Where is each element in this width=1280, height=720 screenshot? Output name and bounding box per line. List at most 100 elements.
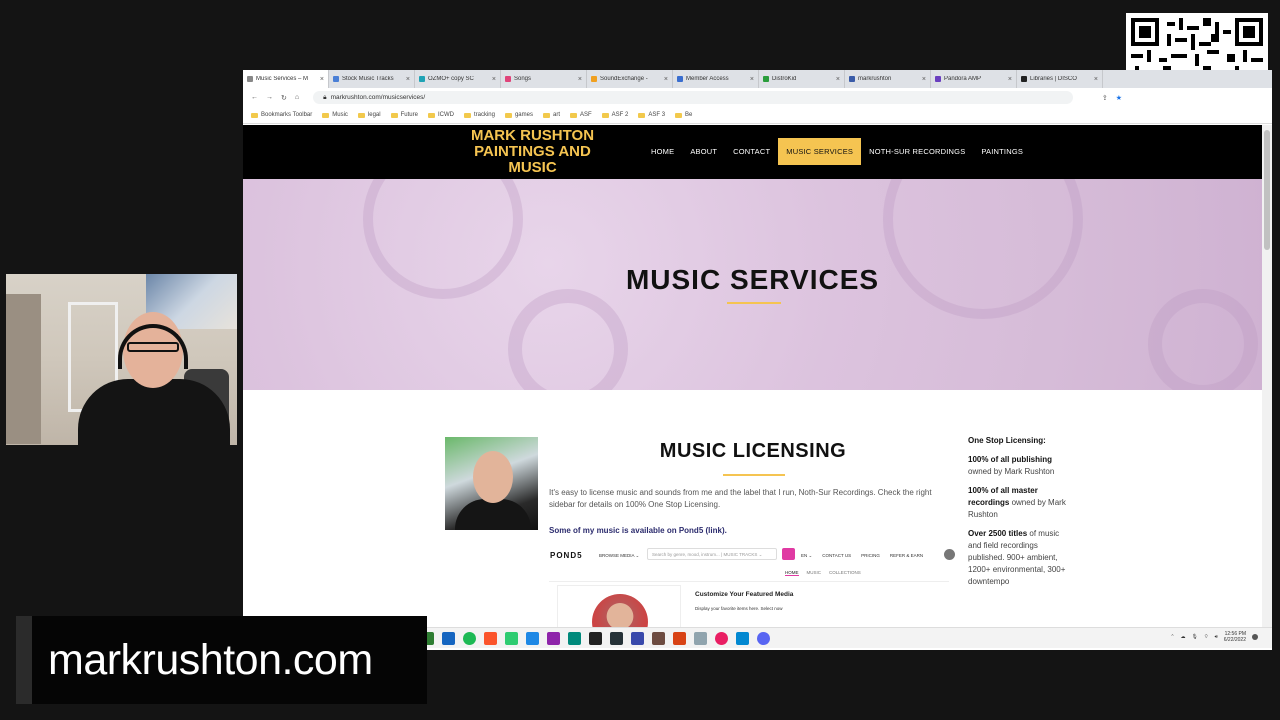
browser-window: Music Services – M × Stock Music Tracks × OZ… <box>243 70 1272 650</box>
bookmark-item[interactable]: games <box>504 112 533 118</box>
folder-icon <box>357 112 365 118</box>
hero-swirl <box>508 289 628 390</box>
bookmark-item[interactable]: Future <box>390 112 418 118</box>
pond5-tab-home: HOME <box>785 570 799 576</box>
app-icon[interactable] <box>505 632 518 645</box>
home-icon[interactable]: ⌂ <box>295 94 299 101</box>
wifi-icon[interactable]: ⌔ <box>1204 634 1209 640</box>
banner-accent-bar <box>16 616 32 704</box>
bookmark-item[interactable]: tracking <box>463 112 495 118</box>
close-icon[interactable]: × <box>922 76 926 83</box>
back-icon[interactable]: ← <box>251 94 258 101</box>
close-icon[interactable]: × <box>836 76 840 83</box>
clock[interactable]: 12:56 PM 6/22/2022 <box>1224 631 1246 643</box>
close-icon[interactable]: × <box>664 76 668 83</box>
forward-icon[interactable]: → <box>266 94 273 101</box>
nav-item[interactable]: NOTH-SUR RECORDINGS <box>861 138 973 165</box>
app-icon[interactable] <box>694 632 707 645</box>
pond5-search-icon <box>782 548 795 560</box>
main-content: MUSIC LICENSING It's easy to license mus… <box>243 390 1262 629</box>
nav-item[interactable]: MUSIC SERVICES <box>778 138 862 165</box>
reload-icon[interactable]: ↻ <box>281 94 287 102</box>
artist-photo <box>445 437 538 530</box>
browser-tab[interactable]: markrushton × <box>845 70 931 88</box>
bookmark-item[interactable]: art <box>542 112 560 118</box>
bookmark-label: Future <box>400 112 418 118</box>
bookmarks-bar: Bookmarks Toolbar Music legal Future ICWD tra… <box>243 107 1272 124</box>
pond5-tab-collections: COLLECTIONS <box>829 570 861 575</box>
browser-tab[interactable]: OZMO+ copy SC × <box>415 70 501 88</box>
app-icon[interactable] <box>589 632 602 645</box>
close-icon[interactable]: × <box>578 76 582 83</box>
browser-tab[interactable]: Stock Music Tracks × <box>329 70 415 88</box>
spotify-icon[interactable] <box>463 632 476 645</box>
cloud-icon[interactable]: ☁ <box>1181 634 1186 640</box>
browser-tab[interactable]: Pandora AMP × <box>931 70 1017 88</box>
bookmark-item[interactable]: Bookmarks Toolbar <box>251 112 312 118</box>
bookmark-item[interactable]: ASF 3 <box>638 112 665 118</box>
folder-icon <box>390 112 398 118</box>
scrollbar-thumb[interactable] <box>1264 130 1270 250</box>
bookmark-label: games <box>514 112 533 118</box>
close-icon[interactable]: × <box>406 76 410 83</box>
browser-tab[interactable]: Member Access × <box>673 70 759 88</box>
discord-icon[interactable] <box>757 632 770 645</box>
webcam-door <box>6 294 41 444</box>
browser-tab[interactable]: Music Services – M × <box>243 70 329 88</box>
close-icon[interactable]: × <box>320 76 324 83</box>
page-scrollbar[interactable] <box>1262 125 1272 629</box>
favicon-icon <box>333 76 339 82</box>
photos-icon[interactable] <box>736 632 749 645</box>
mic-icon[interactable]: 🎙︎ <box>1192 634 1198 640</box>
sidebar-heading: One Stop Licensing: <box>968 436 1046 445</box>
app-icon[interactable] <box>715 632 728 645</box>
app-icon[interactable] <box>631 632 644 645</box>
word-icon[interactable] <box>442 632 455 645</box>
nav-item[interactable]: HOME <box>643 138 682 165</box>
app-icon[interactable] <box>652 632 665 645</box>
close-icon[interactable]: × <box>750 76 754 83</box>
pond5-avatar <box>944 549 955 560</box>
brave-icon[interactable] <box>484 632 497 645</box>
bookmark-item[interactable]: ICWD <box>427 112 454 118</box>
close-icon[interactable]: × <box>492 76 496 83</box>
sidebar-titles: Over 2500 titles <box>968 529 1028 538</box>
tab-label: Music Services – M <box>256 76 309 82</box>
app-icon[interactable] <box>568 632 581 645</box>
hero-swirl <box>1148 289 1258 390</box>
browser-tab[interactable]: SoundExchange - × <box>587 70 673 88</box>
licensing-underline <box>723 474 785 476</box>
close-icon[interactable]: × <box>1008 76 1012 83</box>
hero-swirl <box>883 179 1083 319</box>
favicon-icon <box>247 76 253 82</box>
notification-icon[interactable] <box>1252 634 1258 640</box>
chevron-up-icon[interactable]: ⌃ <box>1170 634 1174 640</box>
sidebar-publishing: 100% of all publishing <box>968 455 1053 464</box>
volume-icon[interactable]: 🔊︎ <box>1215 634 1218 640</box>
bookmark-item[interactable]: Music <box>322 112 348 118</box>
bookmark-item[interactable]: legal <box>357 112 381 118</box>
browser-tab[interactable]: DistroKid × <box>759 70 845 88</box>
tab-label: Pandora AMP <box>944 76 982 82</box>
nav-item[interactable]: CONTACT <box>725 138 778 165</box>
nav-item[interactable]: ABOUT <box>682 138 725 165</box>
star-icon[interactable]: ★ <box>1116 94 1122 102</box>
bookmark-item[interactable]: ASF <box>570 112 592 118</box>
app-icon[interactable] <box>547 632 560 645</box>
site-logo[interactable]: MARK RUSHTON PAINTINGS AND MUSIC <box>455 128 610 176</box>
browser-tab[interactable]: Songs × <box>501 70 587 88</box>
close-icon[interactable]: × <box>1094 76 1098 83</box>
app-icon[interactable] <box>526 632 539 645</box>
url-field[interactable]: 🔒︎ markrushton.com/musicservices/ <box>313 91 1074 104</box>
browser-tab[interactable]: Libraries | DISCO × <box>1017 70 1103 88</box>
nav-item[interactable]: PAINTINGS <box>973 138 1031 165</box>
share-icon[interactable]: ⇪ <box>1102 94 1108 102</box>
bookmark-item[interactable]: ASF 2 <box>601 112 628 118</box>
licensing-body: It's easy to license music and sounds fr… <box>549 488 932 509</box>
clock-date: 6/22/2022 <box>1223 637 1246 643</box>
bookmark-item[interactable]: Be <box>675 112 692 118</box>
app-icon[interactable] <box>610 632 623 645</box>
lock-icon: 🔒︎ <box>323 93 327 101</box>
powerpoint-icon[interactable] <box>673 632 686 645</box>
pond5-link[interactable]: Some of my music is available on Pond5 (… <box>549 526 727 535</box>
